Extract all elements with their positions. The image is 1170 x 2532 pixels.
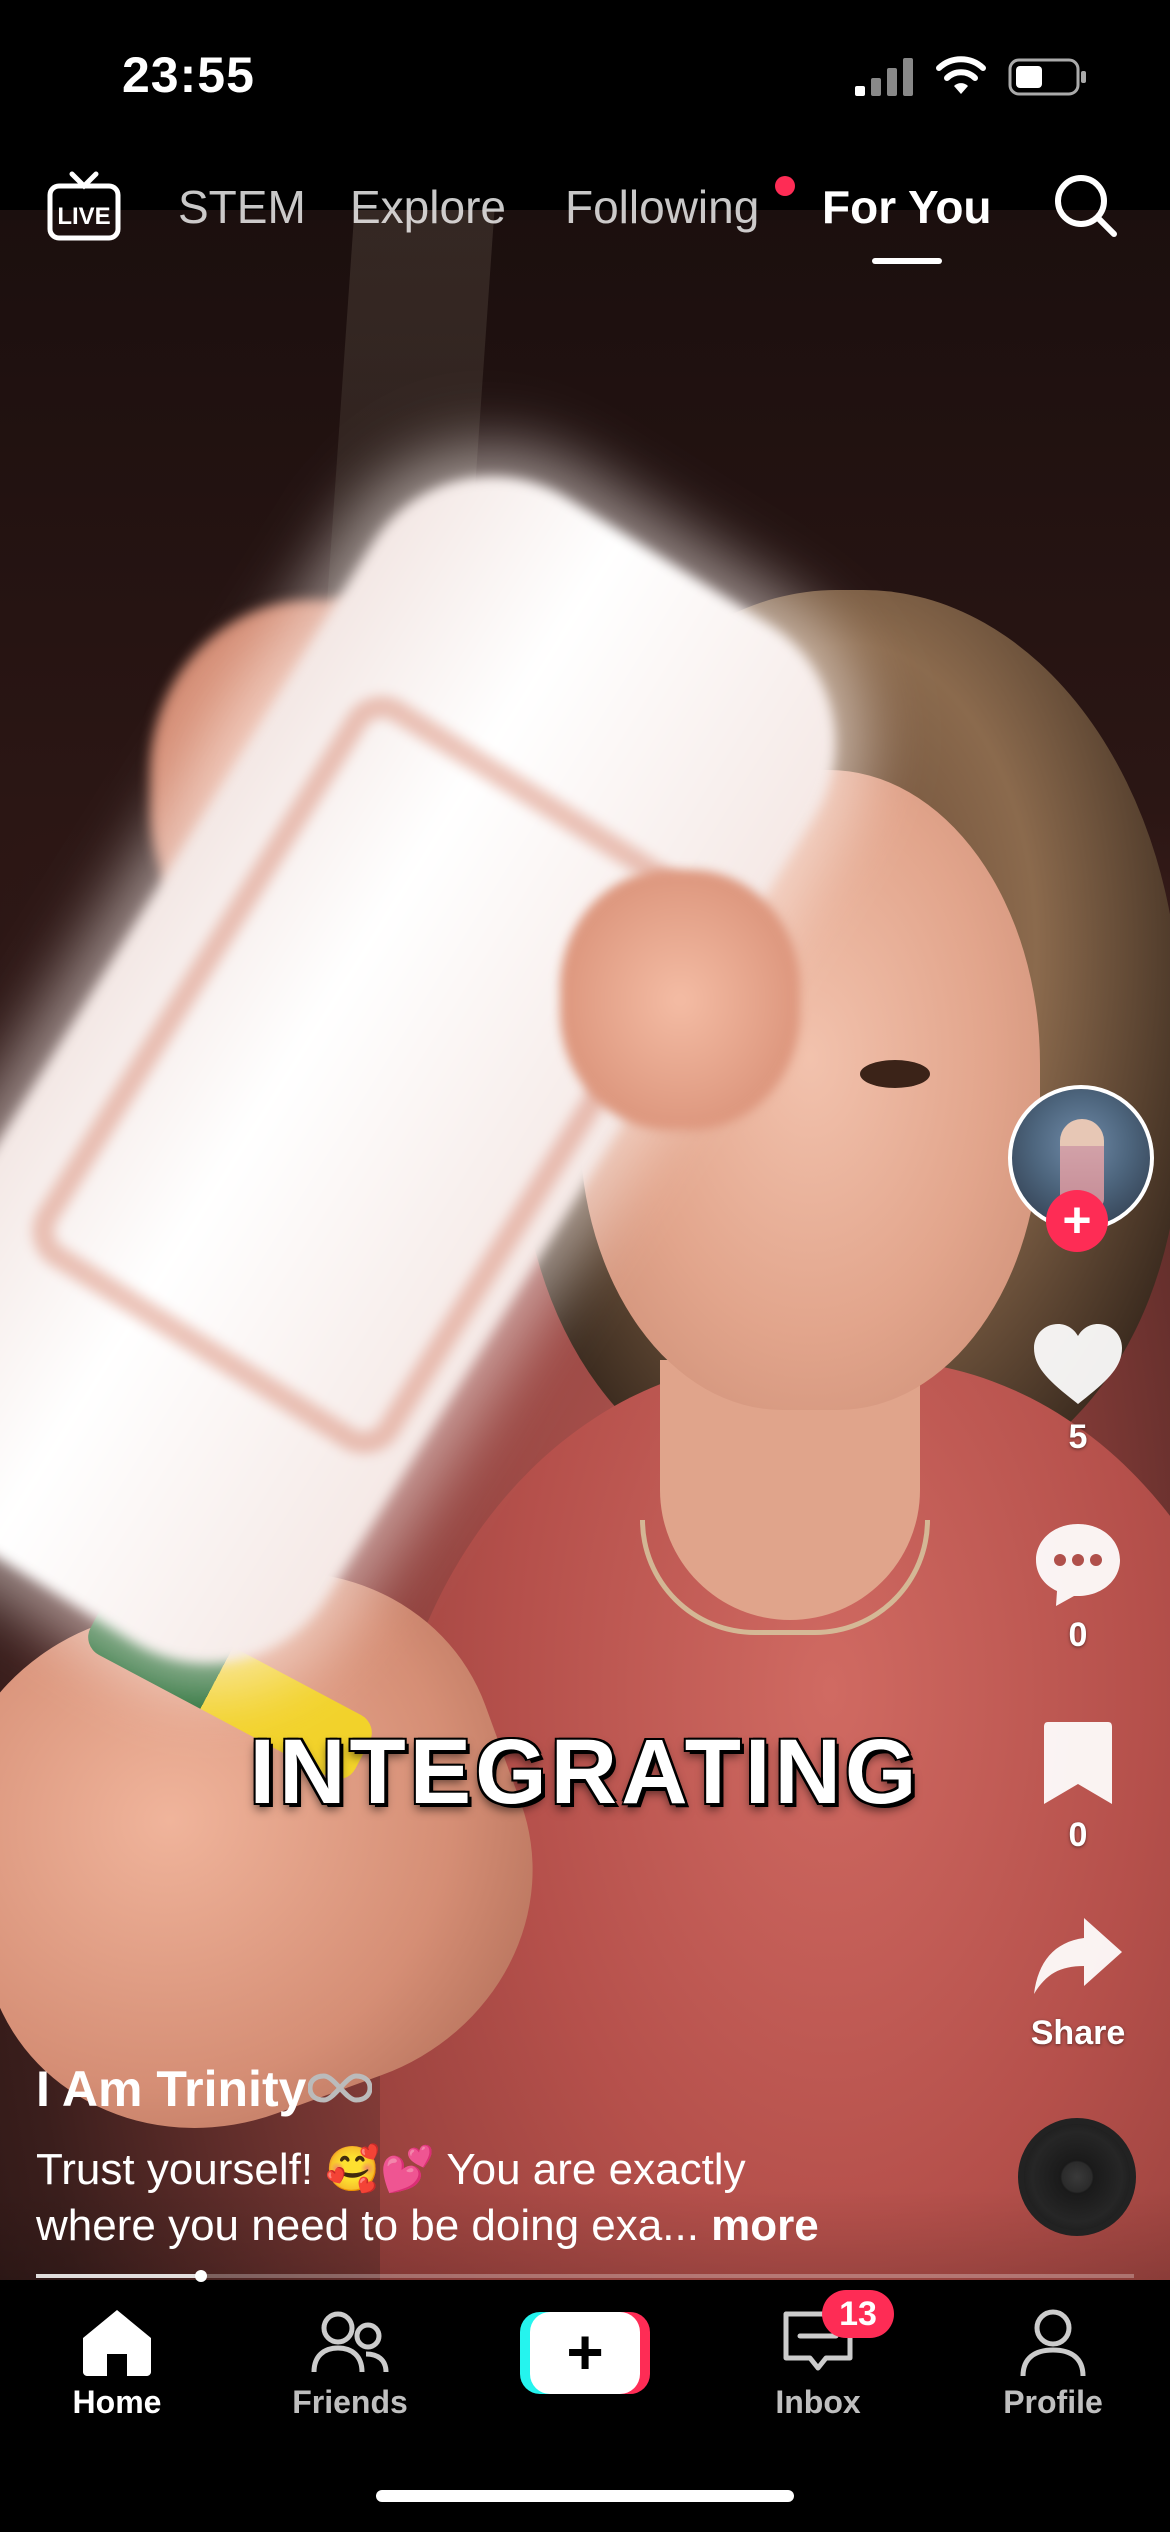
like-count: 5 (1068, 1418, 1088, 1456)
music-disc-icon[interactable] (1018, 2118, 1136, 2236)
home-icon (83, 2310, 151, 2376)
status-bar: 23:55 (0, 0, 1170, 150)
comment-count: 0 (1068, 1616, 1088, 1654)
create-plus-icon: + (530, 2312, 640, 2394)
share-icon[interactable] (1030, 1912, 1126, 2008)
status-time: 23:55 (122, 47, 255, 103)
video-player[interactable] (0, 210, 1170, 2280)
comment-icon[interactable] (1030, 1516, 1126, 1612)
svg-text:LIVE: LIVE (57, 203, 110, 230)
search-icon[interactable] (1052, 172, 1120, 240)
video-eye (860, 1060, 930, 1088)
progress-knob[interactable] (194, 2270, 207, 2282)
inbox-badge: 13 (822, 2290, 894, 2338)
active-tab-indicator (872, 258, 942, 264)
tab-profile[interactable]: Profile (958, 2306, 1148, 2421)
follow-button[interactable]: + (1046, 1190, 1108, 1252)
friends-icon (311, 2311, 389, 2373)
bookmark-icon[interactable] (1030, 1716, 1126, 1812)
tab-friends[interactable]: Friends (255, 2306, 445, 2421)
tab-following[interactable]: Following (565, 180, 759, 234)
tab-stem[interactable]: STEM (178, 180, 306, 234)
create-button[interactable]: + (520, 2312, 650, 2394)
video-hand-fingers (560, 870, 800, 1130)
profile-icon (1020, 2309, 1086, 2377)
tab-profile-label: Profile (1003, 2384, 1103, 2420)
tab-for-you[interactable]: For You (822, 180, 992, 234)
share-label: Share (1030, 2014, 1126, 2052)
tab-explore[interactable]: Explore (350, 180, 506, 234)
heart-icon[interactable] (1030, 1318, 1126, 1414)
infinity-icon (308, 2073, 372, 2103)
video-overlay-text: INTEGRATING (249, 1721, 921, 1823)
tab-inbox-label: Inbox (775, 2384, 861, 2420)
tab-home[interactable]: Home (22, 2306, 212, 2421)
top-nav: LIVE STEM Explore Following For You (0, 150, 1170, 270)
wifi-icon (936, 56, 986, 94)
cellular-signal-icon (855, 58, 913, 96)
author-name[interactable]: I Am Trinity (36, 2060, 306, 2118)
progress-fill (36, 2274, 201, 2278)
description-line-1: Trust yourself! 🥰💕 You are exactly (36, 2145, 746, 2194)
notification-dot (775, 176, 795, 196)
home-indicator (376, 2490, 794, 2502)
battery-icon (1008, 58, 1086, 96)
description-line-2: where you need to be doing exa... (36, 2201, 699, 2250)
more-link[interactable]: more (711, 2201, 819, 2250)
tab-friends-label: Friends (292, 2384, 408, 2420)
video-progress-bar[interactable] (36, 2270, 1134, 2282)
post-description[interactable]: Trust yourself! 🥰💕 You are exactly where… (36, 2142, 916, 2254)
save-count: 0 (1068, 1816, 1088, 1854)
live-tv-icon[interactable]: LIVE (46, 170, 122, 242)
tab-home-label: Home (72, 2384, 162, 2420)
